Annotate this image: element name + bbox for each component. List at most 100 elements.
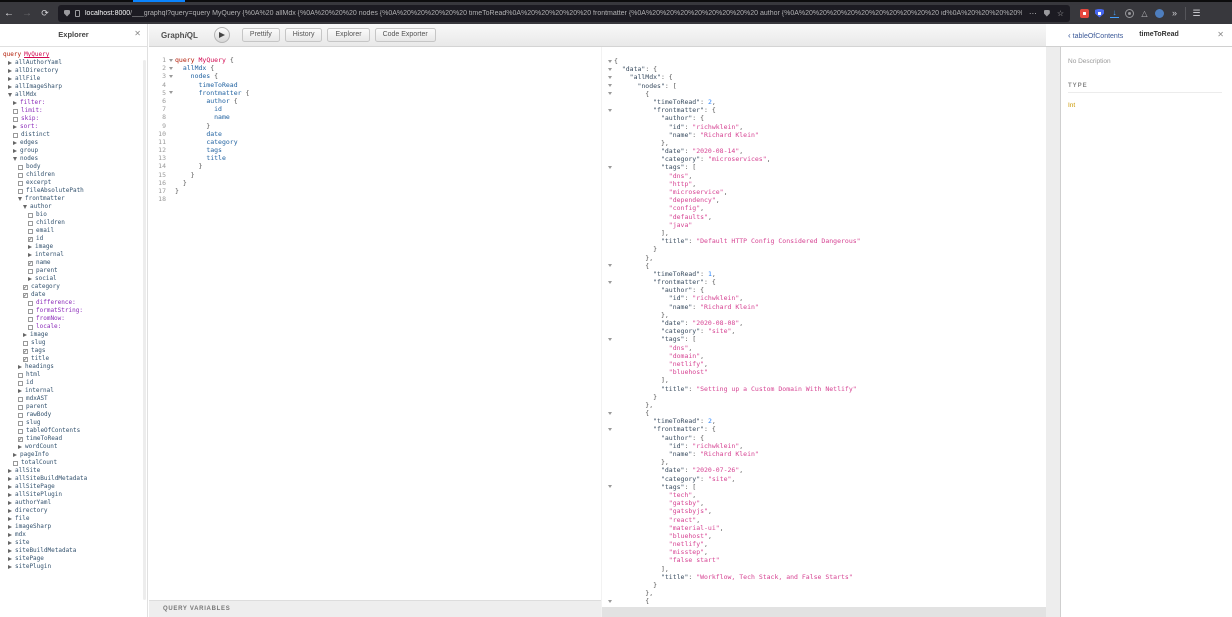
explorer-row[interactable]: filter: [0, 99, 142, 107]
expand-arrow-icon[interactable] [8, 517, 12, 521]
explorer-row[interactable]: pageInfo [0, 451, 142, 459]
explorer-row[interactable]: children [0, 171, 142, 179]
doc-type-link[interactable]: Int [1068, 102, 1222, 109]
explorer-row[interactable]: slug [0, 419, 142, 427]
explorer-row[interactable]: allSiteBuildMetadata [0, 475, 142, 483]
close-icon[interactable]: ✕ [1217, 30, 1224, 39]
expand-arrow-icon[interactable] [8, 565, 12, 569]
explorer-row[interactable]: allMdx [0, 91, 142, 99]
checkbox-icon[interactable] [18, 165, 23, 170]
forward-icon[interactable]: → [18, 8, 36, 19]
fold-arrow-icon[interactable] [605, 82, 614, 90]
explorer-row[interactable]: nodes [0, 155, 142, 163]
explorer-row[interactable]: directory [0, 507, 142, 515]
expand-arrow-icon[interactable] [8, 469, 12, 473]
explorer-row[interactable]: allSitePage [0, 483, 142, 491]
explorer-row[interactable]: rawBody [0, 411, 142, 419]
download-icon[interactable]: ↓ [1110, 8, 1119, 18]
checked-checkbox-icon[interactable] [18, 437, 23, 442]
permissions-shield-icon[interactable] [1044, 10, 1050, 17]
explorer-row[interactable]: tableOfContents [0, 427, 142, 435]
expand-arrow-icon[interactable] [13, 149, 17, 153]
expand-arrow-icon[interactable] [8, 77, 12, 81]
explorer-row[interactable]: allImageSharp [0, 83, 142, 91]
doc-panel-resizer[interactable] [1046, 47, 1061, 617]
explorer-row[interactable]: internal [0, 387, 142, 395]
checked-checkbox-icon[interactable] [23, 357, 28, 362]
explorer-row[interactable]: sort: [0, 123, 142, 131]
checkbox-icon[interactable] [28, 325, 33, 330]
bookmark-star-icon[interactable]: ☆ [1057, 9, 1064, 18]
fold-arrow-icon[interactable] [605, 163, 614, 171]
globe-extension-icon[interactable] [1155, 9, 1164, 18]
fold-arrow-icon[interactable] [605, 278, 614, 286]
expand-arrow-icon[interactable] [13, 101, 17, 105]
checkbox-icon[interactable] [18, 381, 23, 386]
explorer-row[interactable]: mdxAST [0, 395, 142, 403]
explorer-row[interactable]: totalCount [0, 459, 142, 467]
fold-arrow-icon[interactable] [605, 597, 614, 605]
explorer-row[interactable]: file [0, 515, 142, 523]
checkbox-icon[interactable] [28, 213, 33, 218]
fold-arrow-icon[interactable] [605, 65, 614, 73]
execute-button[interactable] [214, 27, 230, 43]
checkbox-icon[interactable] [18, 405, 23, 410]
reload-icon[interactable]: ⟳ [36, 8, 54, 19]
checkbox-icon[interactable] [13, 117, 18, 122]
explorer-row[interactable]: category [0, 283, 142, 291]
checkbox-icon[interactable] [28, 229, 33, 234]
explorer-row[interactable]: id [0, 379, 142, 387]
checked-checkbox-icon[interactable] [28, 237, 33, 242]
expand-arrow-icon[interactable] [8, 541, 12, 545]
expand-arrow-icon[interactable] [28, 277, 32, 281]
query-variables-bar[interactable]: QUERY VARIABLES [149, 600, 601, 617]
explorer-row[interactable]: distinct [0, 131, 142, 139]
menu-icon[interactable]: ☰ [1192, 9, 1201, 18]
expand-arrow-icon[interactable] [13, 453, 17, 457]
explorer-row[interactable]: limit: [0, 107, 142, 115]
fold-arrow-icon[interactable] [605, 409, 614, 417]
shield-extension-icon[interactable] [1095, 9, 1104, 18]
checkbox-icon[interactable] [28, 269, 33, 274]
account-circle-icon[interactable] [1125, 9, 1134, 18]
explorer-row[interactable]: title [0, 355, 142, 363]
checkbox-icon[interactable] [18, 429, 23, 434]
explorer-row[interactable]: sitePlugin [0, 563, 142, 571]
explorer-row[interactable]: allAuthorYaml [0, 59, 142, 67]
expand-arrow-icon[interactable] [8, 61, 12, 65]
history-button[interactable]: History [285, 28, 323, 42]
explorer-row[interactable]: body [0, 163, 142, 171]
explorer-row[interactable]: allDirectory [0, 67, 142, 75]
expand-arrow-icon[interactable] [18, 365, 22, 369]
fold-arrow-icon[interactable] [166, 72, 175, 80]
query-editor[interactable]: 1query MyQuery {2 allMdx {3 nodes {4 tim… [149, 47, 601, 600]
expand-arrow-icon[interactable] [8, 85, 12, 89]
expand-arrow-icon[interactable] [8, 477, 12, 481]
explorer-row[interactable]: image [0, 331, 142, 339]
explorer-scrollbar[interactable] [143, 60, 146, 600]
explorer-row[interactable]: bio [0, 211, 142, 219]
triangle-extension-icon[interactable]: △ [1140, 9, 1149, 18]
checkbox-icon[interactable] [18, 421, 23, 426]
expand-arrow-icon[interactable] [28, 245, 32, 249]
fold-arrow-icon[interactable] [605, 73, 614, 81]
explorer-row[interactable]: date [0, 291, 142, 299]
expand-arrow-icon[interactable] [8, 69, 12, 73]
page-info-icon[interactable] [75, 10, 80, 17]
expand-arrow-icon[interactable] [13, 141, 17, 145]
explorer-row[interactable]: children [0, 219, 142, 227]
fold-arrow-icon[interactable] [605, 57, 614, 65]
explorer-row[interactable]: id [0, 235, 142, 243]
explorer-row[interactable]: fromNow: [0, 315, 142, 323]
expand-arrow-icon[interactable] [13, 125, 17, 129]
explorer-row[interactable]: fileAbsolutePath [0, 187, 142, 195]
back-icon[interactable]: ← [0, 8, 18, 19]
explorer-row[interactable]: email [0, 227, 142, 235]
checkbox-icon[interactable] [18, 189, 23, 194]
expand-arrow-icon[interactable] [8, 501, 12, 505]
checkbox-icon[interactable] [18, 373, 23, 378]
expand-arrow-icon[interactable] [8, 533, 12, 537]
checkbox-icon[interactable] [18, 181, 23, 186]
explorer-row[interactable]: imageSharp [0, 523, 142, 531]
explorer-row[interactable]: frontmatter [0, 195, 142, 203]
